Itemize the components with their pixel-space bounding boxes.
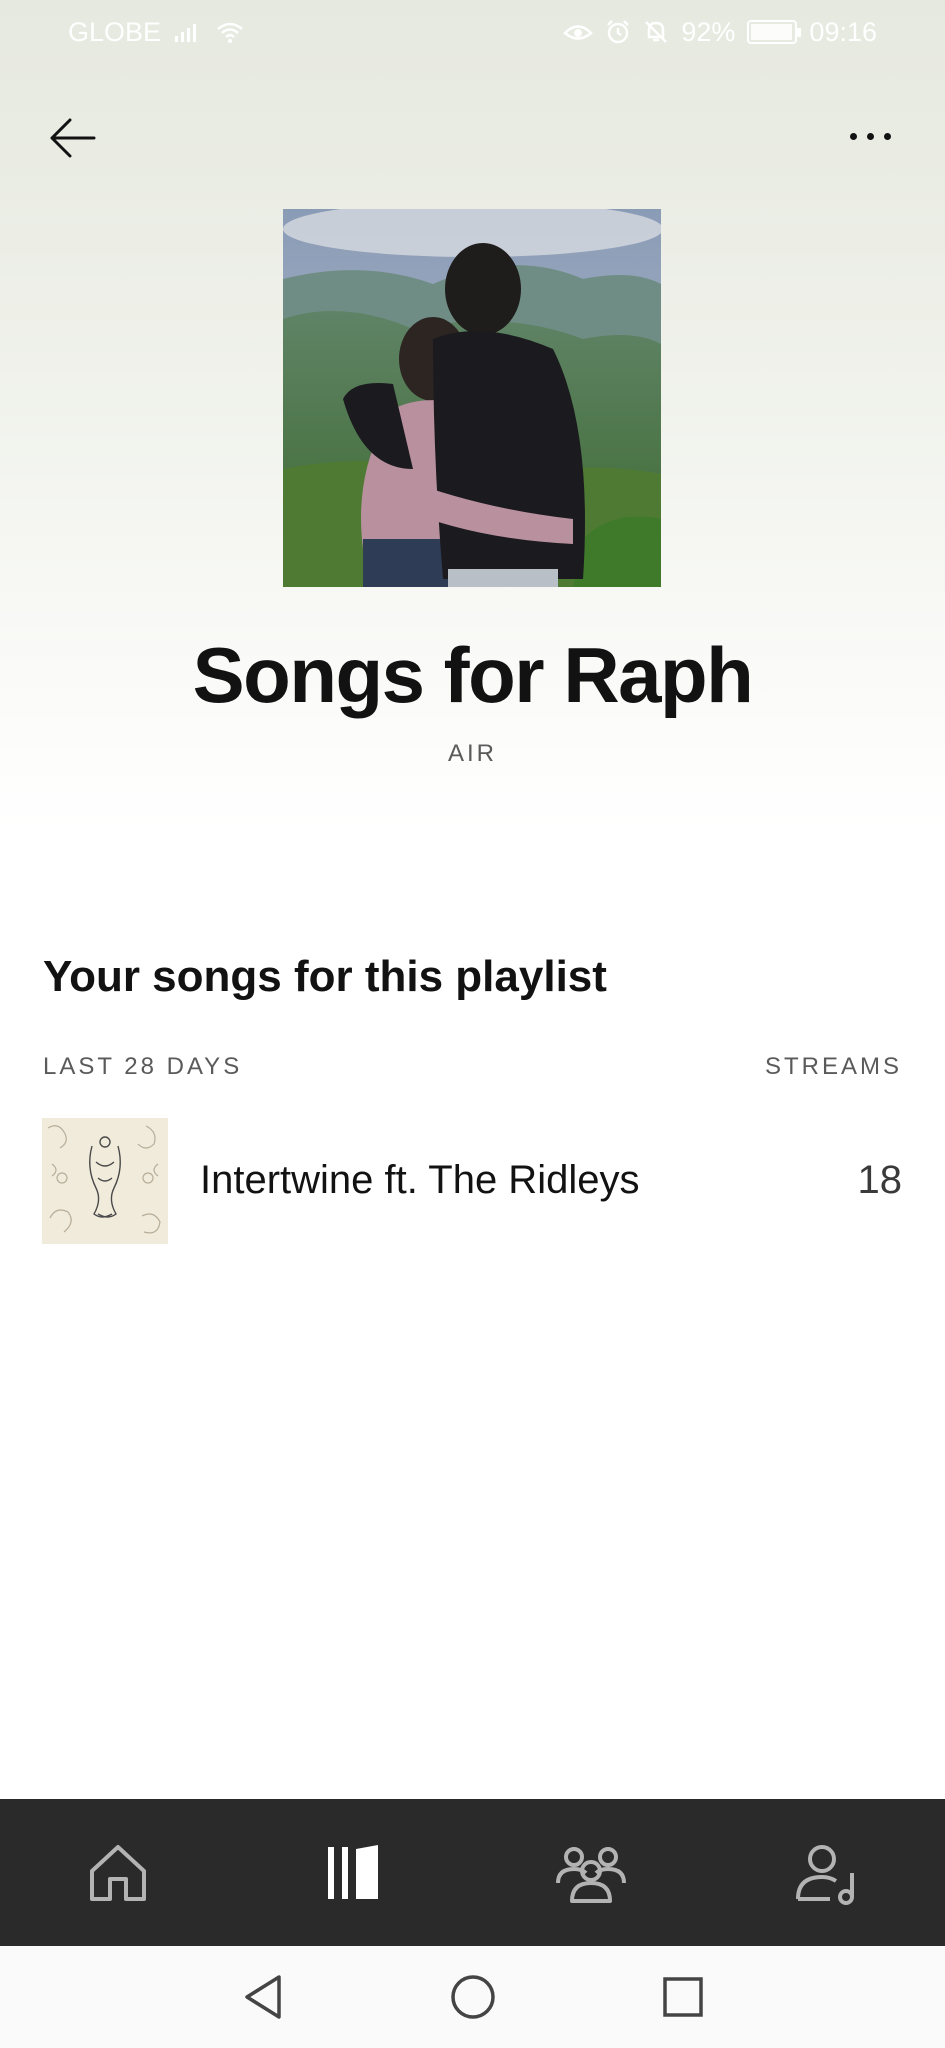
status-left: GLOBE (68, 17, 245, 48)
eye-icon (563, 20, 594, 44)
nav-library[interactable] (294, 1823, 414, 1923)
alarm-icon (605, 19, 631, 45)
period-label: LAST 28 DAYS (43, 1053, 243, 1080)
signal-icon (173, 20, 203, 44)
battery-percent: 92% (681, 16, 736, 47)
playlist-title: Songs for Raph (192, 631, 754, 719)
system-navigation-bar (0, 1946, 945, 2048)
recents-square-icon (662, 1977, 703, 2017)
status-bar: GLOBE 92% 09:16 (0, 0, 945, 64)
more-horizontal-icon (849, 132, 857, 140)
mute-bell-icon (643, 19, 669, 45)
home-icon (90, 1844, 147, 1901)
nav-artist-profile[interactable] (767, 1823, 887, 1923)
section-heading: Your songs for this playlist (43, 952, 607, 1001)
song-title: Intertwine ft. The Ridleys (200, 1158, 640, 1202)
clock: 09:16 (809, 16, 877, 47)
song-row[interactable]: Intertwine ft. The Ridleys 18 (42, 1117, 902, 1244)
home-circle-icon (450, 1975, 495, 2019)
audience-icon (555, 1846, 626, 1903)
bottom-navigation (0, 1799, 945, 1946)
system-back-button[interactable] (233, 1967, 293, 2027)
playlist-owner: AIR (447, 740, 497, 767)
battery-icon (747, 20, 802, 44)
arrow-left-icon (50, 118, 96, 158)
artist-profile-icon (795, 1844, 854, 1905)
song-artwork (42, 1117, 168, 1244)
nav-audience[interactable] (531, 1823, 651, 1923)
streams-column-label: STREAMS (764, 1053, 902, 1080)
status-right: 92% 09:16 (563, 17, 877, 48)
library-icon (328, 1844, 379, 1899)
back-triangle-icon (244, 1975, 281, 2019)
nav-home[interactable] (58, 1823, 178, 1923)
carrier-label: GLOBE (68, 16, 162, 47)
song-stream-count: 18 (857, 1158, 903, 1202)
wifi-icon (215, 20, 245, 44)
back-button[interactable] (42, 108, 102, 168)
system-recents-button[interactable] (653, 1967, 713, 2027)
playlist-cover-image (283, 209, 661, 587)
more-options-button[interactable] (835, 110, 905, 162)
system-home-button[interactable] (443, 1967, 503, 2027)
